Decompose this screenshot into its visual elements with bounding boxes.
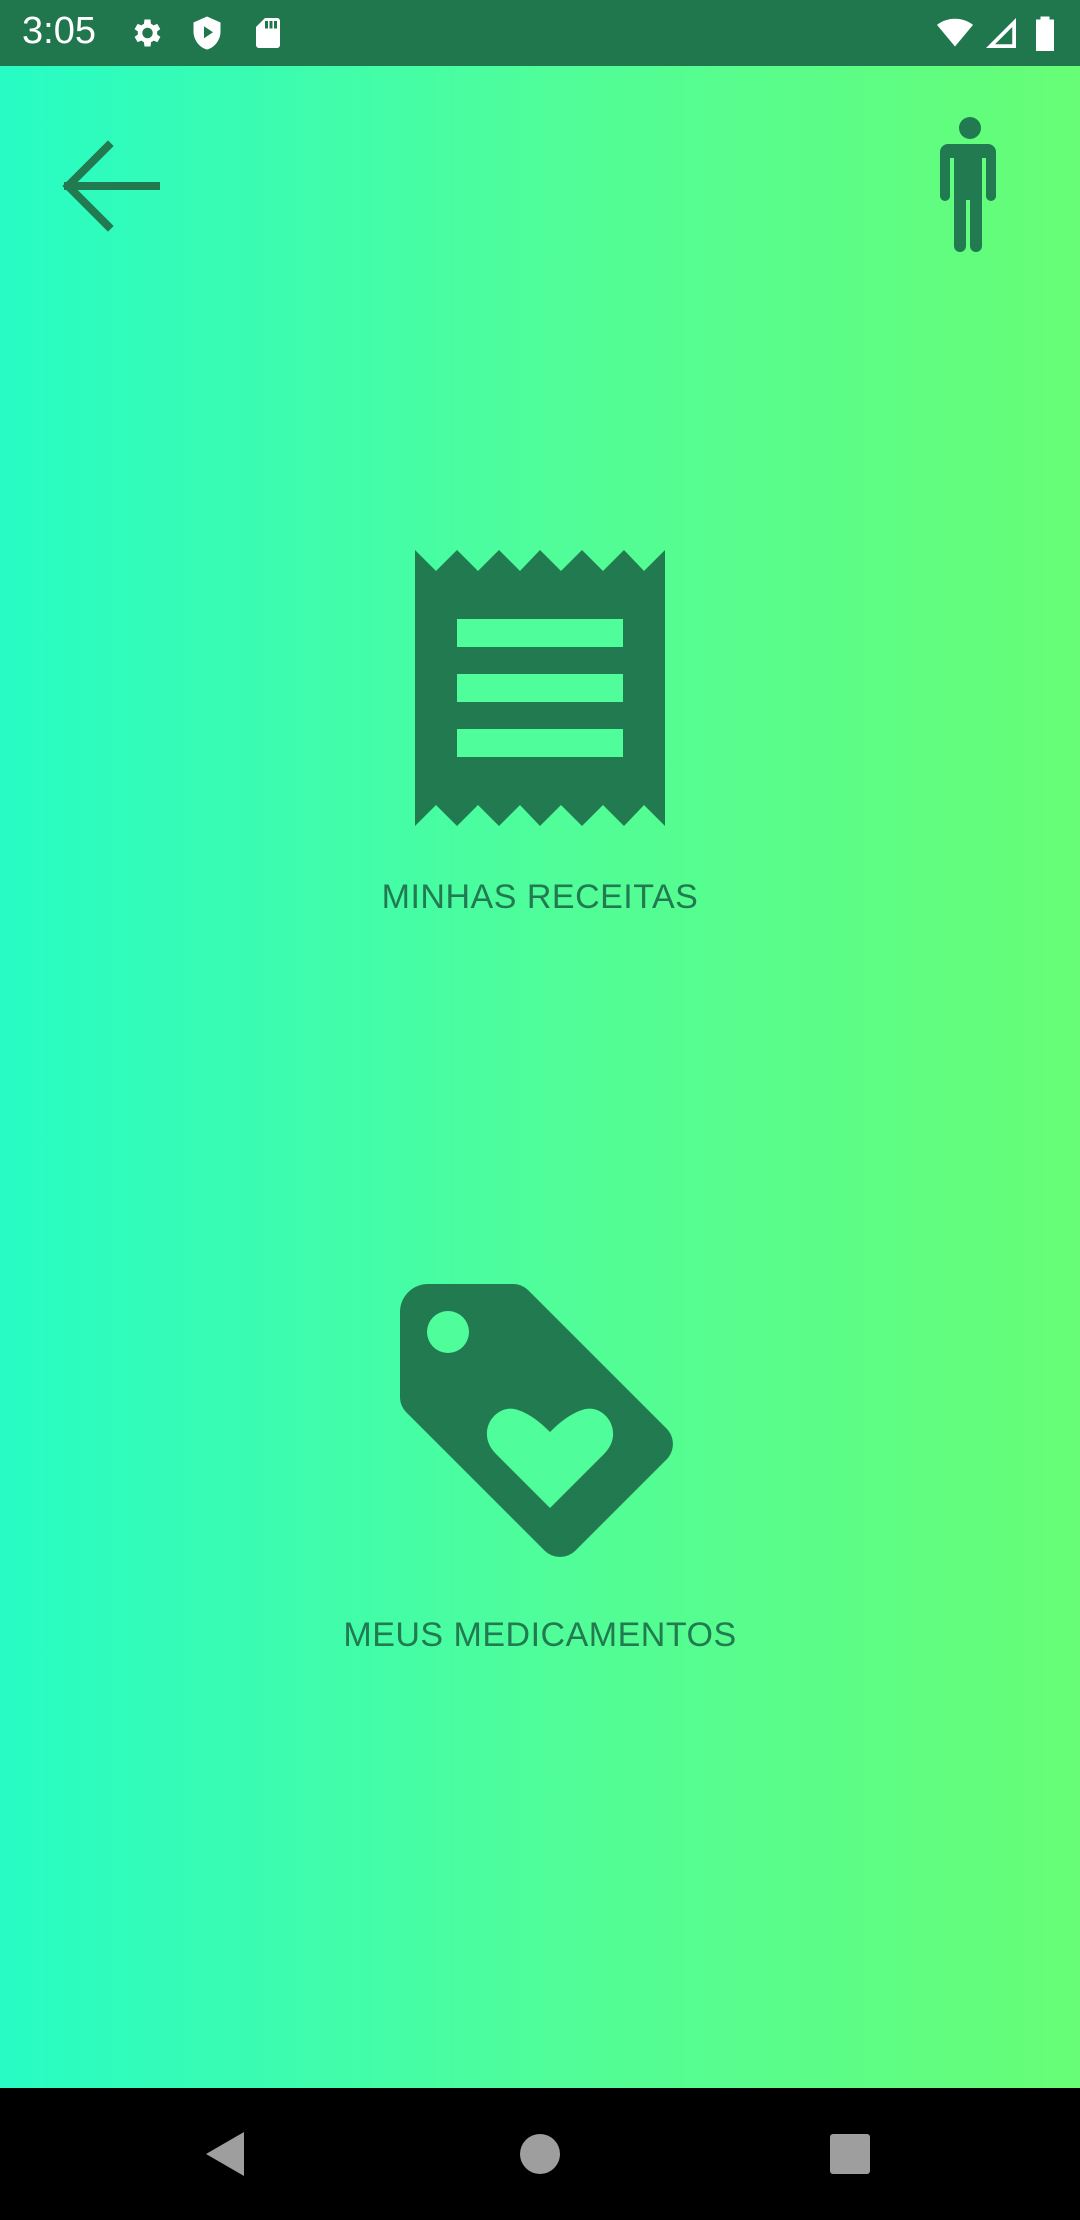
sd-card-icon bbox=[256, 18, 280, 48]
home-circle-icon[interactable] bbox=[510, 2124, 570, 2184]
status-bar: 3:05 bbox=[0, 0, 1080, 66]
receipt-icon bbox=[415, 550, 665, 826]
profile-button[interactable] bbox=[930, 114, 1010, 254]
person-icon bbox=[940, 117, 996, 252]
menu-item-medicamentos[interactable]: MEUS MEDICAMENTOS bbox=[240, 1284, 840, 1655]
recents-square-icon[interactable] bbox=[820, 2124, 880, 2184]
menu-item-receitas[interactable]: MINHAS RECEITAS bbox=[240, 550, 840, 917]
shield-play-icon bbox=[193, 16, 221, 50]
menu-item-label: MINHAS RECEITAS bbox=[381, 878, 699, 916]
back-button[interactable] bbox=[48, 126, 168, 246]
gear-icon bbox=[134, 19, 161, 47]
navigation-bar bbox=[0, 2088, 1080, 2220]
battery-icon bbox=[1036, 16, 1054, 51]
menu-item-label: MEUS MEDICAMENTOS bbox=[343, 1616, 737, 1654]
tag-heart-icon bbox=[400, 1284, 673, 1557]
wifi-icon bbox=[937, 18, 973, 47]
status-time: 3:05 bbox=[22, 10, 96, 52]
signal-icon bbox=[986, 18, 1016, 48]
back-triangle-icon[interactable] bbox=[196, 2124, 256, 2184]
arrow-back-icon bbox=[62, 140, 160, 232]
main-screen: MINHAS RECEITAS MEUS MEDICAMENTOS bbox=[0, 66, 1080, 2088]
